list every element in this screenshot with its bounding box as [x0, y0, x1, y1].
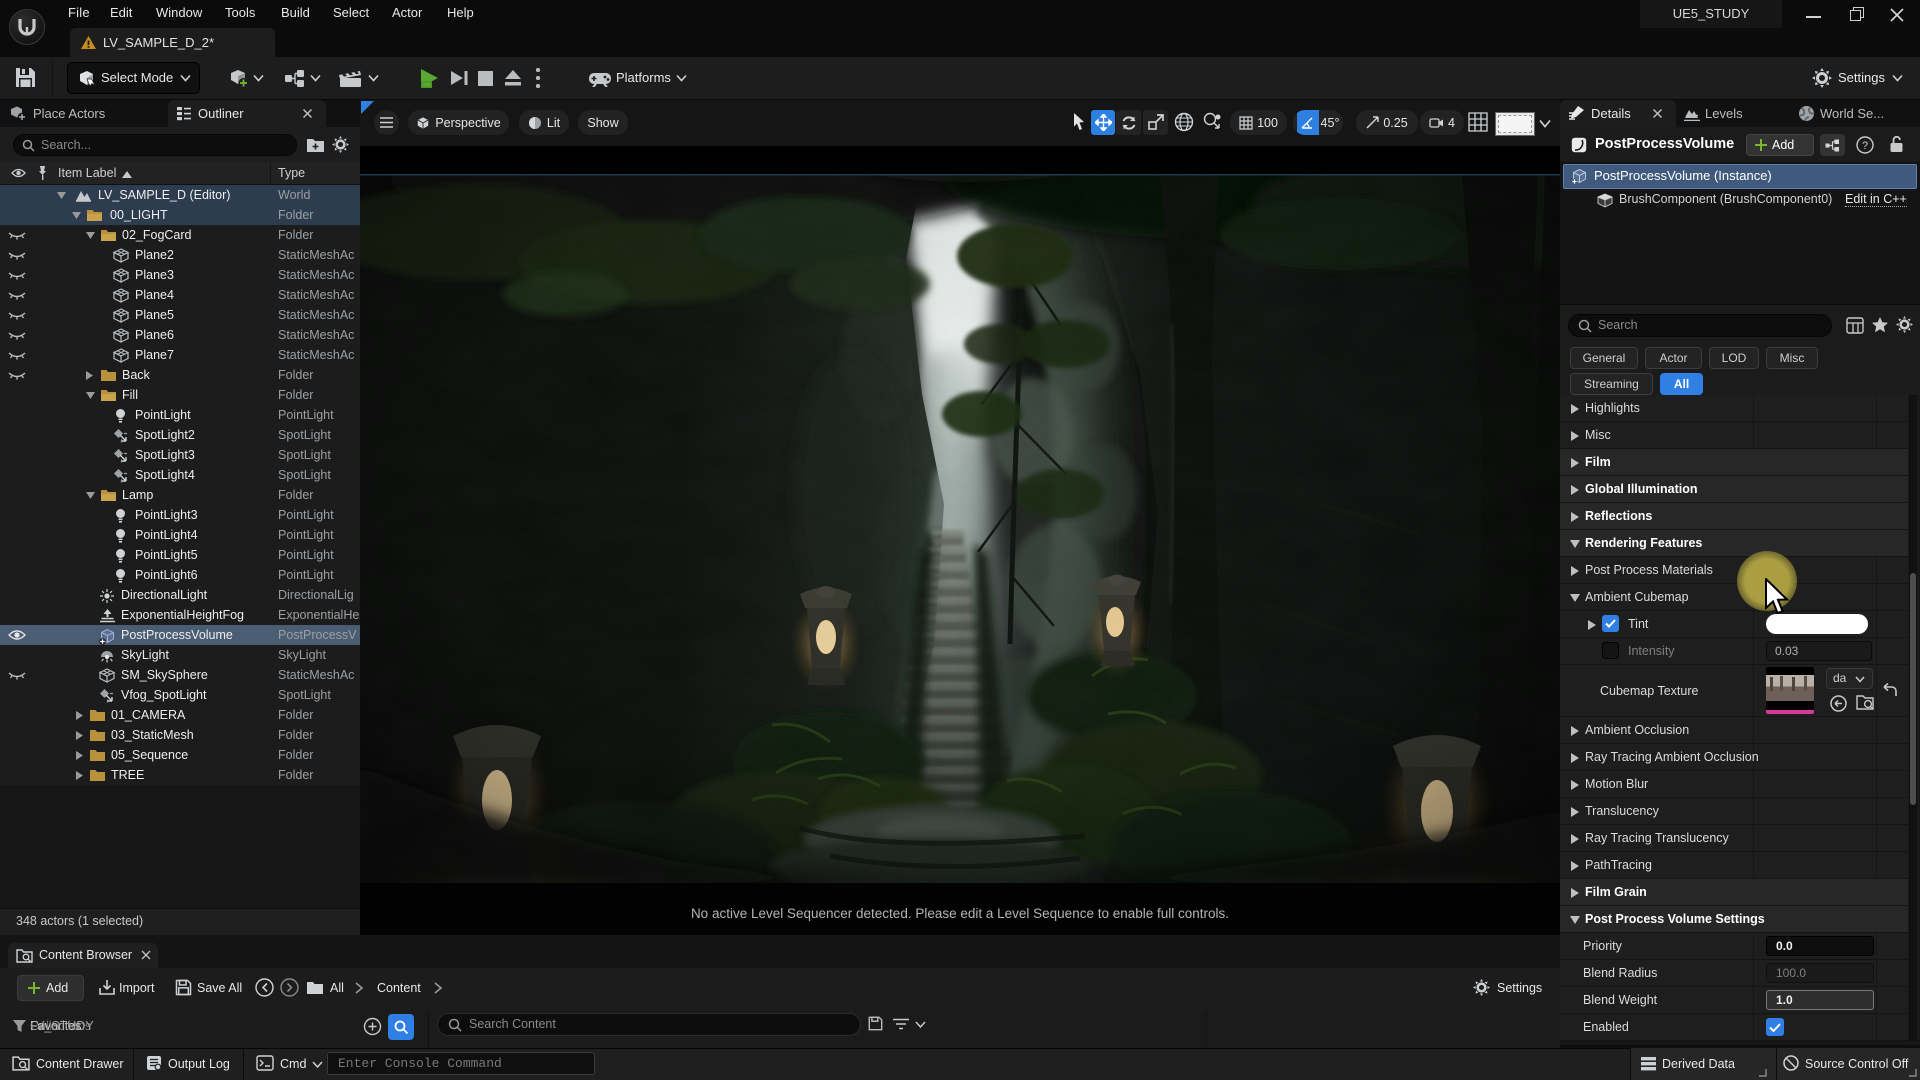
svg-text:?: ?: [1862, 140, 1868, 152]
